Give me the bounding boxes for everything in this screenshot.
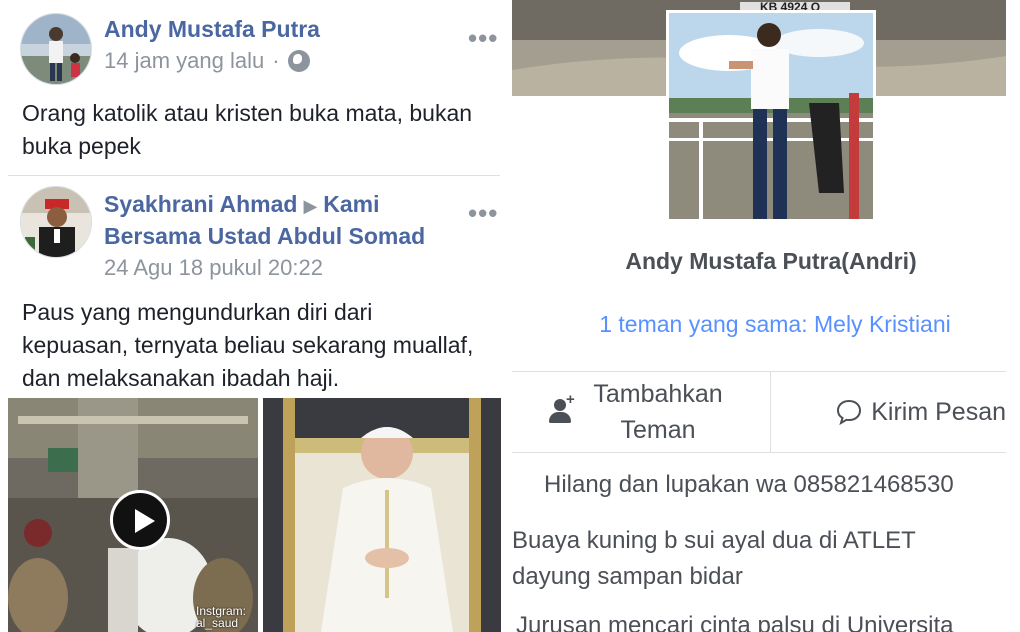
post-timestamp[interactable]: 14 jam yang lalu: [104, 46, 264, 76]
post-meta: 24 Agu 18 pukul 20:22: [104, 253, 323, 283]
post-divider: [8, 175, 500, 176]
avatar[interactable]: [20, 186, 92, 258]
post-body: Paus yang mengundurkan diri dari kepuasa…: [22, 296, 473, 395]
send-message-button[interactable]: Kirim Pesan: [772, 372, 1006, 452]
post-video[interactable]: [8, 398, 258, 632]
avatar[interactable]: [20, 13, 92, 85]
share-arrow-icon: ▶: [303, 196, 318, 216]
post-text-line: Paus yang mengundurkan diri dari: [22, 299, 373, 325]
post-text-line: buka pepek: [22, 133, 141, 159]
profile-picture[interactable]: [666, 10, 876, 222]
post-body: Orang katolik atau kristen buka mata, bu…: [22, 97, 472, 163]
profile-action-bar: + Tambahkan Teman Kirim Pesan: [512, 371, 1006, 453]
group-name[interactable]: Kami: [323, 191, 379, 217]
play-button-icon[interactable]: [110, 490, 170, 550]
group-name-continued[interactable]: Bersama Ustad Abdul Somad: [104, 220, 425, 252]
post-text-line: kepuasan, ternyata beliau sekarang muall…: [22, 332, 474, 358]
add-friend-button[interactable]: + Tambahkan Teman: [512, 372, 771, 452]
profile-photo: [669, 13, 873, 219]
post-text-line: dan melaksanakan ibadah haji.: [22, 365, 340, 391]
post-text-line: Orang katolik atau kristen buka mata, bu…: [22, 100, 473, 126]
more-options-icon[interactable]: •••: [468, 200, 498, 226]
post-author[interactable]: Syakhrani Ahmad: [104, 191, 297, 217]
post-timestamp[interactable]: 24 Agu 18 pukul 20:22: [104, 253, 323, 283]
bio-line: Hilang dan lupakan wa 085821468530: [544, 471, 954, 498]
globe-icon: [287, 50, 310, 72]
post-photo[interactable]: [263, 398, 501, 632]
meta-separator: ·: [272, 48, 280, 73]
send-message-label: Kirim Pesan: [871, 397, 1006, 426]
avatar-photo: [21, 187, 91, 257]
avatar-photo: [21, 14, 91, 84]
post-author-line: Syakhrani Ahmad ▶ Kami: [104, 188, 380, 222]
bio-line: Jurusan mencari cinta palsu di Universit…: [516, 612, 954, 632]
add-friend-icon: +: [549, 391, 575, 425]
add-friend-label: Tambahkan Teman: [583, 376, 733, 448]
news-feed: Andy Mustafa Putra 14 jam yang lalu · ••…: [0, 0, 508, 632]
bio-line: dayung sampan bidar: [512, 563, 743, 590]
profile-panel: KB 4924 Q Andy Mustafa Putra(Andri) 1 te…: [512, 0, 1020, 632]
bio-line: Buaya kuning b sui ayal dua di ATLET: [512, 527, 916, 554]
photo-image: [263, 398, 501, 632]
post-meta: 14 jam yang lalu ·: [104, 46, 310, 76]
add-friend-label-line: Teman: [620, 416, 696, 444]
post-author[interactable]: Andy Mustafa Putra: [104, 13, 320, 45]
more-options-icon[interactable]: •••: [468, 25, 498, 51]
mutual-friends-link[interactable]: 1 teman yang sama: Mely Kristiani: [512, 311, 1020, 338]
message-bubble-icon: [837, 399, 862, 426]
add-friend-label-line: Tambahkan: [593, 380, 723, 408]
profile-name: Andy Mustafa Putra(Andri): [625, 248, 917, 274]
video-watermark: Instgram: al_saud: [196, 604, 247, 630]
